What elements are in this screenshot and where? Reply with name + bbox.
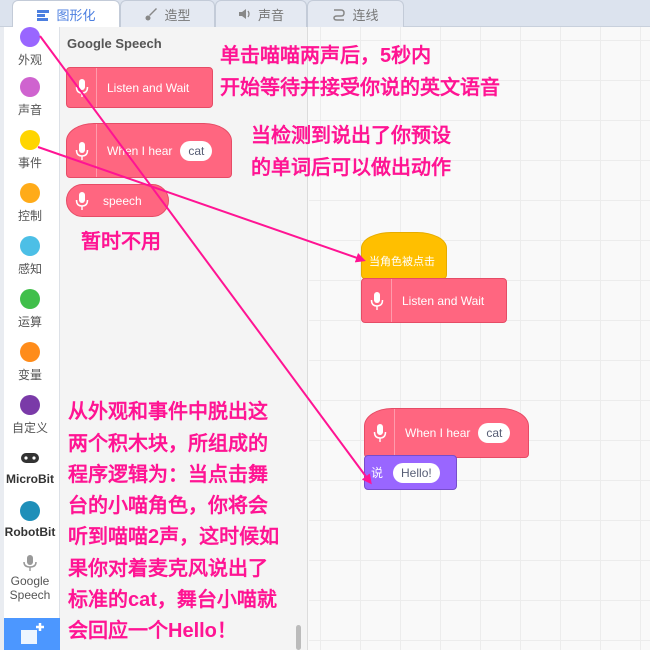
category-control[interactable]: 控制 <box>0 183 60 224</box>
block-label: When I hear <box>405 426 471 440</box>
annotation-logic-line: 台的小喵角色，你将会 <box>68 495 268 517</box>
category-label: 声音 <box>17 103 42 117</box>
annotation-listen-line2: 开始等待并接受你说的英文语音 <box>220 77 500 99</box>
my-blocks-color-icon <box>20 395 40 415</box>
tab-label: 造型 <box>164 7 191 23</box>
block-label: 当角色被点击 <box>369 256 435 268</box>
tab-bar: 图形化 造型 声音 连线 <box>0 0 650 28</box>
robotbit-icon <box>20 501 40 521</box>
speaker-icon <box>238 9 250 19</box>
annotation-hear-line1: 当检测到说出了你预设 <box>251 125 451 147</box>
microphone-icon <box>362 279 392 322</box>
phrase-input[interactable]: cat <box>180 140 213 161</box>
listen-and-wait-block[interactable]: Listen and Wait <box>361 278 507 323</box>
speech-reporter-block[interactable]: speech <box>66 184 169 217</box>
annotation-unused: 暂时不用 <box>81 231 161 253</box>
category-label: MicroBit <box>6 472 54 486</box>
tab-code[interactable]: 图形化 <box>12 0 120 28</box>
script-workspace[interactable] <box>309 27 650 650</box>
category-variables[interactable]: 变量 <box>0 342 60 383</box>
category-label: 控制 <box>17 209 42 223</box>
category-label-line1: Google <box>10 574 50 588</box>
sound-color-icon <box>20 77 40 97</box>
category-label: 自定义 <box>11 421 48 435</box>
category-label: RobotBit <box>4 525 56 539</box>
listen-and-wait-block[interactable]: Listen and Wait <box>66 67 213 108</box>
variables-color-icon <box>20 342 40 362</box>
category-operators[interactable]: 运算 <box>0 289 60 330</box>
tab-wiring[interactable]: 连线 <box>307 0 404 27</box>
looks-color-icon <box>20 27 40 47</box>
annotation-logic-line: 会回应一个Hello！ <box>68 620 237 642</box>
annotation-logic-line: 听到喵喵2声，这时候如 <box>68 526 280 548</box>
block-label: Listen and Wait <box>107 80 190 95</box>
category-events[interactable]: 事件 <box>0 130 60 171</box>
tab-label: 连线 <box>352 7 379 23</box>
category-label: 感知 <box>17 262 42 276</box>
category-robotbit[interactable]: RobotBit <box>0 501 60 539</box>
say-block[interactable]: 说 Hello! <box>364 455 457 490</box>
annotation-logic-line: 果你对着麦克风说出了 <box>68 558 268 580</box>
category-microbit[interactable]: MicroBit <box>0 448 60 486</box>
annotation-logic-line: 程序逻辑为：当点击舞 <box>68 464 268 486</box>
phrase-input[interactable]: cat <box>478 423 511 443</box>
category-google-speech[interactable]: Google Speech <box>0 554 60 602</box>
tab-sounds[interactable]: 声音 <box>215 0 307 27</box>
category-looks[interactable]: 外观 <box>0 27 60 68</box>
brush-icon <box>145 8 158 21</box>
tab-label: 声音 <box>257 7 284 23</box>
add-extension-button[interactable] <box>4 618 60 650</box>
block-label: Listen and Wait <box>402 293 485 308</box>
control-color-icon <box>20 183 40 203</box>
code-blocks-icon <box>37 9 50 21</box>
category-label: 事件 <box>17 156 42 170</box>
wire-icon <box>333 9 346 21</box>
category-label: 变量 <box>17 368 42 382</box>
editor-window: 图形化 造型 声音 连线 外观 声音 事件 控制 感知 运算 变量 自定义 Mi… <box>0 0 650 650</box>
annotation-logic-line: 从外观和事件中脱出这 <box>68 401 268 423</box>
microphone-icon <box>365 409 395 457</box>
microphone-icon <box>67 68 97 107</box>
microphone-icon <box>67 124 97 177</box>
microphone-icon <box>67 185 97 216</box>
annotation-logic-line: 两个积木块，所组成的 <box>68 433 268 455</box>
tab-label: 图形化 <box>56 8 96 23</box>
category-label: 运算 <box>17 315 42 329</box>
sensing-color-icon <box>20 236 40 256</box>
category-label: 外观 <box>17 53 42 67</box>
palette-section-title: Google Speech <box>67 36 162 51</box>
palette-scrollbar[interactable] <box>296 625 301 650</box>
say-text-input[interactable]: Hello! <box>393 462 440 483</box>
tab-costumes[interactable]: 造型 <box>120 0 215 27</box>
category-label-line2: Speech <box>9 588 51 602</box>
when-i-hear-block[interactable]: When I hear cat <box>66 123 232 178</box>
category-sensing[interactable]: 感知 <box>0 236 60 277</box>
microbit-icon <box>20 448 40 468</box>
category-sound[interactable]: 声音 <box>0 77 60 118</box>
annotation-hear-line2: 的单词后可以做出动作 <box>251 157 451 179</box>
annotation-logic-line: 标准的cat，舞台小喵就 <box>68 589 277 611</box>
block-label: 说 <box>371 466 384 480</box>
microphone-icon <box>23 555 37 571</box>
events-color-icon <box>20 130 40 150</box>
block-label: speech <box>103 193 142 208</box>
when-sprite-clicked-block[interactable]: 当角色被点击 <box>361 232 447 279</box>
annotation-listen-line1: 单击喵喵两声后，5秒内 <box>220 45 432 67</box>
when-i-hear-block[interactable]: When I hear cat <box>364 408 529 458</box>
operators-color-icon <box>20 289 40 309</box>
block-label: When I hear <box>107 143 173 158</box>
category-my-blocks[interactable]: 自定义 <box>0 395 60 436</box>
add-extension-icon <box>21 623 44 644</box>
